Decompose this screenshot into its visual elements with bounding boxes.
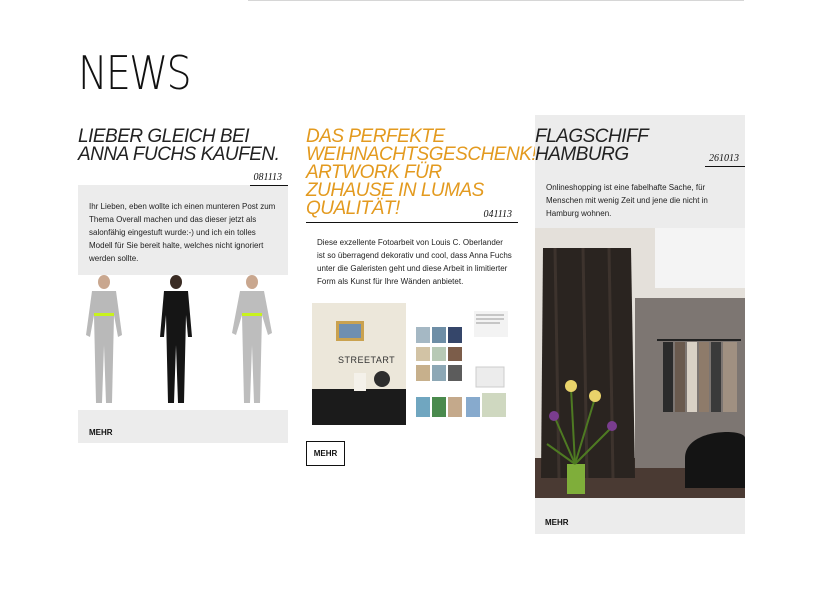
article-excerpt: Diese exzellente Fotoarbeit von Louis C.…	[317, 238, 512, 286]
more-button[interactable]: MEHR	[306, 441, 345, 466]
date-rule	[250, 185, 288, 186]
streetart-image-text: STREETART	[338, 355, 396, 365]
store-interior-photo[interactable]	[535, 228, 745, 498]
overall-product-image[interactable]	[78, 275, 288, 410]
news-card-3: FLAGSCHIFF HAMBURG 261013 Onlineshopping…	[535, 115, 745, 534]
date-rule	[705, 166, 745, 167]
news-card-2: DAS PERFEKTE WEIHNACHTSGESCHENK! ARTWORK…	[306, 125, 537, 470]
artwork-collage-image[interactable]	[416, 307, 512, 425]
article-date: 261013	[709, 153, 739, 164]
streetart-photo[interactable]: STREETART	[312, 303, 406, 425]
more-link[interactable]: MEHR	[89, 428, 113, 437]
top-divider	[248, 0, 744, 1]
article-date: 081113	[253, 172, 282, 183]
article-title-link[interactable]: DAS PERFEKTE WEIHNACHTSGESCHENK! ARTWORK…	[306, 127, 537, 218]
page-title: NEWS	[78, 46, 192, 100]
date-rule	[306, 222, 518, 223]
more-link[interactable]: MEHR	[545, 518, 569, 527]
article-excerpt: Onlineshopping ist eine fabelhafte Sache…	[546, 183, 708, 218]
article-title-link[interactable]: LIEBER GLEICH BEI ANNA FUCHS KAUFEN.	[78, 127, 288, 164]
article-excerpt: Ihr Lieben, eben wollte ich einen munter…	[89, 202, 276, 263]
news-card-1: LIEBER GLEICH BEI ANNA FUCHS KAUFEN. 081…	[78, 125, 288, 443]
article-date: 041113	[483, 209, 512, 220]
